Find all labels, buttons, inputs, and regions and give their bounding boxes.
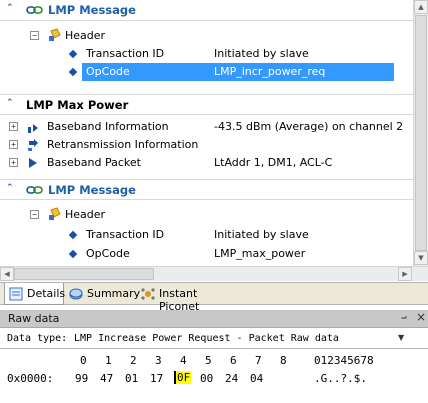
ascii-value: .G..?.$.: [314, 372, 367, 385]
section-title: LMP Max Power: [26, 98, 129, 112]
hex-data-row[interactable]: 0x0000: 99 47 01 17 0F 00 24 04 .G..?.$.: [0, 371, 428, 389]
tree-row[interactable]: Transaction ID Initiated by slave: [0, 45, 413, 63]
expand-icon[interactable]: +: [9, 122, 18, 131]
header-node-icon: [48, 28, 62, 42]
scroll-right-button[interactable]: ▶: [398, 267, 412, 281]
col-header: 4: [180, 354, 187, 367]
tree-row-selected[interactable]: OpCode LMP_incr_power_req: [0, 63, 413, 81]
col-header: 6: [230, 354, 237, 367]
hex-byte[interactable]: 01: [125, 372, 138, 385]
col-header: 8: [280, 354, 287, 367]
field-value: LMP_incr_power_req: [214, 65, 326, 78]
col-header: 3: [155, 354, 162, 367]
hex-byte-highlighted[interactable]: 0F: [174, 371, 192, 384]
details-tree: ⌃ LMP Message − Header Transaction ID In…: [0, 0, 413, 266]
field-label: Baseband Information: [47, 120, 169, 133]
horizontal-scrollbar[interactable]: ◀ ▶: [0, 266, 428, 281]
col-header: 0: [80, 354, 87, 367]
hex-byte[interactable]: 00: [200, 372, 213, 385]
pin-icon[interactable]: ⨼: [401, 311, 407, 322]
section-lmp-max-power[interactable]: ⌃ LMP Max Power: [0, 94, 413, 115]
piconet-icon: [141, 287, 155, 301]
diamond-icon: [68, 249, 78, 259]
col-header: 1: [105, 354, 112, 367]
expand-icon[interactable]: +: [9, 140, 18, 149]
hex-byte[interactable]: 04: [250, 372, 263, 385]
col-header: 5: [205, 354, 212, 367]
chevron-up-icon[interactable]: ⌃: [6, 98, 14, 108]
field-value: LtAddr 1, DM1, ACL-C: [214, 156, 333, 169]
field-value: -43.5 dBm (Average) on channel 2: [214, 120, 404, 133]
hex-byte[interactable]: 47: [100, 372, 113, 385]
close-icon[interactable]: ×: [416, 310, 426, 324]
raw-data-panel: Raw data ⨼ × Data type: LMP Increase Pow…: [0, 310, 428, 403]
hex-byte[interactable]: 99: [75, 372, 88, 385]
tree-row[interactable]: + Baseband Information -43.5 dBm (Averag…: [0, 118, 413, 136]
scroll-up-button[interactable]: ▲: [414, 0, 428, 14]
chevron-down-icon[interactable]: ▼: [398, 333, 404, 342]
col-header: 7: [255, 354, 262, 367]
ascii-header: 012345678: [314, 354, 374, 367]
field-value: LMP_max_power: [214, 247, 306, 260]
message-link-icon: [26, 5, 44, 15]
collapse-icon[interactable]: −: [30, 210, 39, 219]
raw-data-titlebar: Raw data ⨼ ×: [0, 310, 428, 328]
chevron-up-icon[interactable]: ⌃: [6, 183, 14, 193]
hex-byte[interactable]: 24: [225, 372, 238, 385]
field-value: Initiated by slave: [214, 47, 309, 60]
details-icon: [9, 287, 23, 301]
message-link-icon: [26, 185, 44, 195]
section-lmp-message-1[interactable]: ⌃ LMP Message: [0, 0, 413, 21]
field-value: Initiated by slave: [214, 228, 309, 241]
scroll-thumb[interactable]: [14, 268, 154, 280]
offset-label: 0x0000:: [7, 372, 54, 385]
summary-icon: [69, 287, 83, 301]
header-node-icon: [48, 207, 62, 221]
scroll-down-button[interactable]: ▼: [414, 251, 428, 265]
tab-label: Summary: [87, 287, 141, 300]
packet-icon: [26, 156, 40, 170]
tree-row[interactable]: Transaction ID Initiated by slave: [0, 226, 413, 244]
section-title: LMP Message: [48, 3, 136, 17]
tree-row-header[interactable]: − Header: [0, 27, 413, 45]
expand-icon[interactable]: +: [9, 158, 18, 167]
scroll-thumb[interactable]: [415, 15, 427, 251]
collapse-icon[interactable]: −: [30, 31, 39, 40]
signal-icon: [26, 120, 40, 134]
diamond-icon: [68, 49, 78, 59]
field-label: Baseband Packet: [47, 156, 141, 169]
diamond-icon: [68, 67, 78, 77]
data-type-label: Data type:: [7, 333, 68, 344]
hex-col-headers: 0 1 2 3 4 5 6 7 8 012345678: [0, 354, 428, 370]
field-label: Transaction ID: [86, 47, 165, 60]
dropdown-value: LMP Increase Power Request - Packet Raw …: [74, 333, 339, 344]
field-label: OpCode: [86, 247, 130, 260]
field-label: Retransmission Information: [47, 138, 199, 151]
header-label: Header: [65, 29, 106, 42]
tab-details[interactable]: Details: [4, 283, 66, 305]
tab-instant-piconet[interactable]: Instant Piconet: [139, 283, 239, 313]
col-header: 2: [130, 354, 137, 367]
header-label: Header: [65, 208, 106, 221]
field-label: Transaction ID: [86, 228, 165, 241]
hex-byte[interactable]: 17: [150, 372, 163, 385]
vertical-scrollbar[interactable]: ▲ ▼: [413, 0, 428, 266]
retransmission-icon: [26, 138, 40, 152]
tree-row[interactable]: + Retransmission Information: [0, 136, 413, 154]
section-lmp-message-2[interactable]: ⌃ LMP Message: [0, 179, 413, 200]
diamond-icon: [68, 230, 78, 240]
chevron-up-icon[interactable]: ⌃: [6, 3, 14, 13]
field-label: OpCode: [86, 65, 130, 78]
data-type-bar: Data type: LMP Increase Power Request - …: [0, 329, 428, 349]
scroll-left-button[interactable]: ◀: [0, 267, 14, 281]
tab-label: Details: [27, 287, 66, 300]
tab-summary[interactable]: Summary: [67, 283, 140, 305]
tree-row[interactable]: + Baseband Packet LtAddr 1, DM1, ACL-C: [0, 154, 413, 172]
tree-row-header[interactable]: − Header: [0, 206, 413, 224]
tab-strip: Details Summary Instant Piconet: [0, 282, 428, 313]
panel-title: Raw data: [8, 312, 60, 325]
tree-row[interactable]: OpCode LMP_max_power: [0, 245, 413, 263]
data-type-dropdown[interactable]: LMP Increase Power Request - Packet Raw …: [72, 330, 410, 347]
section-title: LMP Message: [48, 183, 136, 197]
